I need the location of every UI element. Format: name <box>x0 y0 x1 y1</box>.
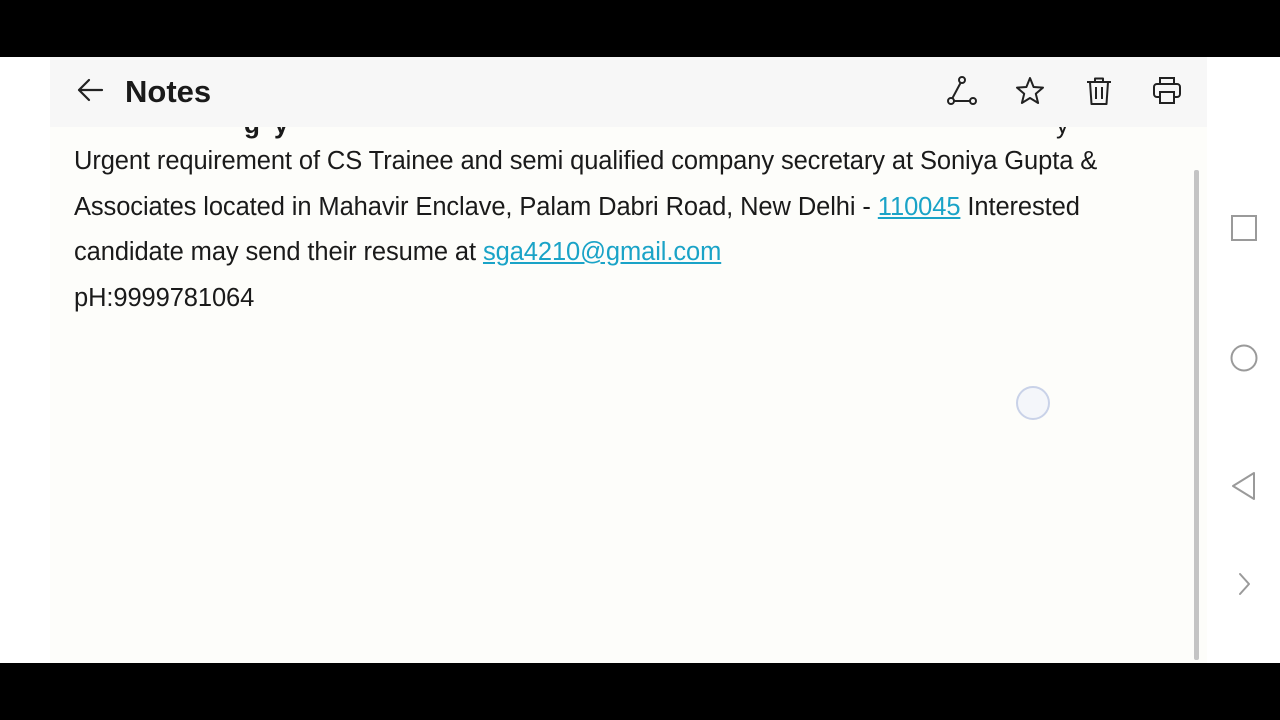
favorite-button[interactable] <box>1010 73 1050 113</box>
scrollbar[interactable] <box>1194 170 1199 660</box>
phone-line: pH:9999781064 <box>74 283 255 312</box>
home-button[interactable] <box>1227 343 1261 377</box>
delete-button[interactable] <box>1079 73 1119 113</box>
expand-button[interactable] <box>1227 569 1261 603</box>
system-navbar <box>1207 57 1280 663</box>
page-title: Notes <box>125 74 212 109</box>
notes-app: g y y Notes <box>50 57 1207 663</box>
back-arrow-icon <box>75 75 105 110</box>
print-button[interactable] <box>1147 73 1187 113</box>
touch-indicator <box>1016 386 1050 420</box>
recents-button[interactable] <box>1227 213 1261 247</box>
share-button[interactable] <box>942 73 982 113</box>
email-link[interactable]: sga4210@gmail.com <box>483 238 721 266</box>
print-icon <box>1151 75 1183 112</box>
recents-square-icon <box>1230 214 1258 247</box>
pincode-link[interactable]: 110045 <box>878 193 961 221</box>
star-icon <box>1014 75 1046 112</box>
back-nav-button[interactable] <box>1227 471 1261 505</box>
back-triangle-icon <box>1230 471 1258 506</box>
back-button[interactable] <box>72 74 108 110</box>
trash-icon <box>1083 75 1115 112</box>
device-screen: g y y Notes <box>0 57 1280 663</box>
share-icon <box>946 75 978 112</box>
note-content[interactable]: Urgent requirement of CS Trainee and sem… <box>74 139 1189 321</box>
expand-chevron-icon <box>1234 571 1254 602</box>
app-toolbar: Notes <box>50 57 1207 127</box>
home-circle-icon <box>1229 343 1259 378</box>
